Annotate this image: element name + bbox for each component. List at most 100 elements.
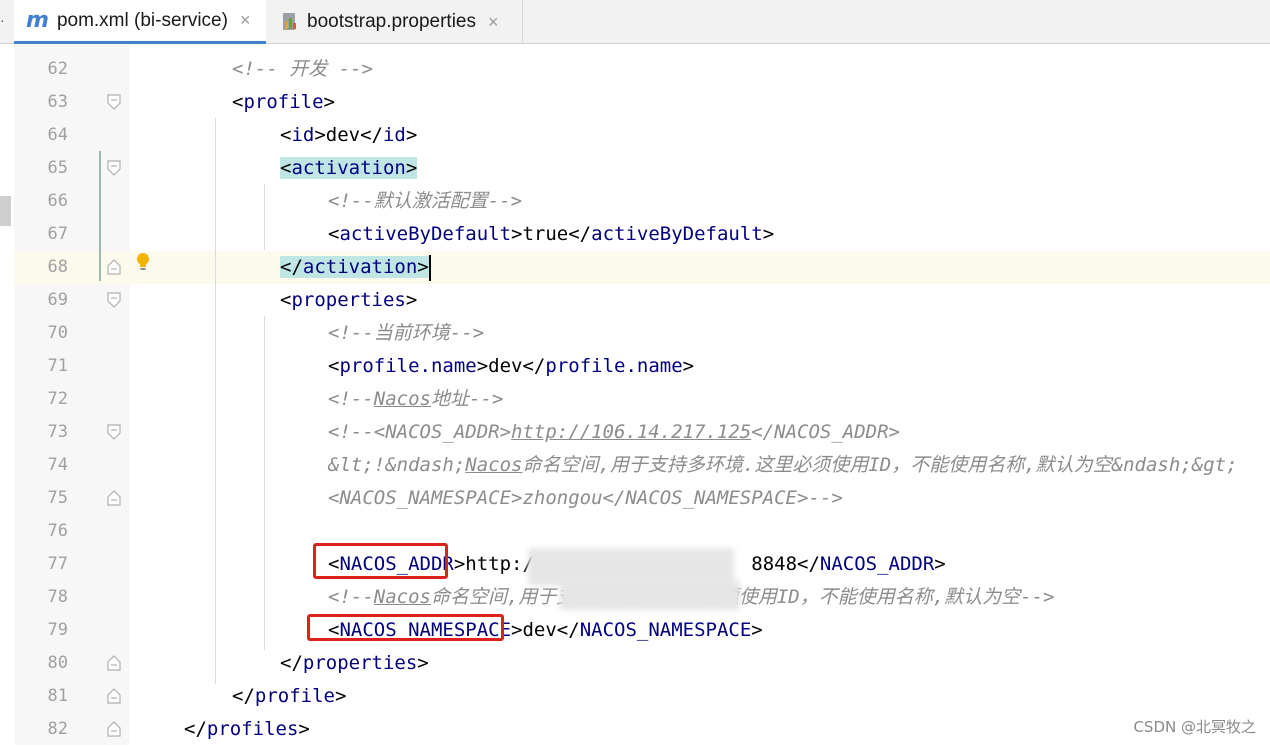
code-text: <!--当前环境--> [328,317,484,350]
xml-tag-name: properties [302,652,418,674]
xml-comment: 命名空间,用于支持多环境.这里必须使用ID，不能使用名称,默认为空&ndash;… [522,454,1238,476]
code-line[interactable]: 68 </activation> [14,251,1270,284]
tab-pom-xml[interactable]: m pom.xml (bi-service) × [14,0,266,44]
code-line[interactable]: 71 <profile.name>dev</profile.name> [14,350,1270,383]
code-text: </activation> [280,251,431,284]
code-line[interactable]: 65 <activation> [14,152,1270,185]
fold-end-icon[interactable] [107,259,121,275]
line-number: 82 [47,719,68,739]
highlight-box-nacos-addr [313,543,448,579]
line-number: 77 [47,554,68,574]
code-line[interactable]: 62 <!-- 开发 --> [14,53,1270,86]
fold-end-icon[interactable] [107,655,121,671]
line-number: 69 [47,290,68,310]
xml-tag-name: properties [291,289,406,311]
xml-text: > [751,619,763,641]
xml-tag-name: activation [302,256,418,278]
code-line[interactable]: 69 <properties> [14,284,1270,317]
code-line[interactable]: 74 &lt;!&ndash;Nacos命名空间,用于支持多环境.这里必须使用ID… [14,449,1270,482]
code-line[interactable]: 79 <NACOS_NAMESPACE>dev</NACOS_NAMESPACE> [14,614,1270,647]
code-line[interactable]: 72 <!--Nacos地址--> [14,383,1270,416]
tab-scroll-indicator: · [0,12,5,28]
line-number: 79 [47,620,68,640]
line-number: 67 [47,224,68,244]
xml-tag-name: activation [291,157,406,179]
xml-text: > [934,553,946,575]
line-number: 78 [47,587,68,607]
indent-guide [264,184,265,250]
xml-text: > [682,355,695,377]
line-number: 72 [47,389,68,409]
code-text: <!--默认激活配置--> [328,185,522,218]
line-number: 70 [47,323,68,343]
tab-bootstrap-properties[interactable]: bootstrap.properties × [267,0,523,44]
xml-text: < [328,355,340,377]
xml-comment: <!-- [328,388,374,410]
xml-text: > [405,157,418,179]
code-text: <profile> [232,86,335,119]
code-line[interactable]: 66 <!--默认激活配置--> [14,185,1270,218]
code-line[interactable]: 81 </profile> [14,680,1270,713]
code-line[interactable]: 80 </properties> [14,647,1270,680]
line-number: 81 [47,686,68,706]
xml-text: > [417,652,429,674]
xml-tag-name: NACOS_ADDR [819,553,935,575]
line-number: 74 [47,455,68,475]
xml-comment: http://106.14.217.125 [511,421,752,443]
code-text: <activation> [280,152,418,185]
code-line[interactable]: 70 <!--当前环境--> [14,317,1270,350]
fold-start-icon[interactable] [107,292,121,308]
xml-tag-name: profile [243,91,324,113]
xml-tag-name: profile.name [339,355,477,377]
indent-guide [264,316,265,650]
code-line[interactable]: 63 <profile> [14,86,1270,119]
code-line[interactable]: 73 <!--<NACOS_ADDR>http://106.14.217.125<… [14,416,1270,449]
fold-end-icon[interactable] [107,721,121,737]
xml-tag-name: activeByDefault [591,223,763,245]
code-text: <!--Nacos地址--> [328,383,503,416]
code-text: <NACOS_NAMESPACE>zhongou</NACOS_NAMESPAC… [328,482,843,515]
xml-text: > [298,718,310,740]
fold-end-icon[interactable] [107,688,121,704]
xml-text: </ [280,652,303,674]
lightbulb-icon[interactable] [136,252,150,272]
xml-tag-name: profile [254,685,335,707]
watermark: CSDN @北冥牧之 [1133,718,1256,736]
xml-text: < [280,124,292,146]
line-number: 63 [47,92,68,112]
editor-left-edge [0,45,14,745]
code-text: <!--<NACOS_ADDR>http://106.14.217.125</N… [328,416,900,449]
indent-guide [215,118,216,684]
code-text: </profiles> [184,713,310,746]
xml-text: >dev</ [511,619,580,641]
code-line[interactable]: 82 </profiles> [14,713,1270,746]
code-text: <profile.name>dev</profile.name> [328,350,694,383]
xml-text: </ [232,685,255,707]
code-line[interactable]: 64 <id>dev</id> [14,119,1270,152]
fold-start-icon[interactable] [107,94,121,110]
xml-text: < [232,91,244,113]
close-icon[interactable]: × [488,12,499,33]
xml-text: > [405,124,418,146]
xml-tag-name: profile.name [545,355,683,377]
fold-start-icon[interactable] [107,424,121,440]
code-text: <id>dev</id> [280,119,417,152]
xml-text: 8848</ [751,553,820,575]
xml-comment: <!--当前环境--> [328,322,485,344]
xml-comment: <!--默认激活配置--> [328,190,523,212]
xml-tag-name: id [382,124,406,146]
xml-text: > [417,256,429,278]
close-icon[interactable]: × [240,10,251,31]
xml-comment: <!-- 开发 --> [232,58,373,80]
code-line[interactable]: 76 [14,515,1270,548]
xml-comment: &lt;!&ndash; [328,454,466,476]
highlight-box-nacos-namespace [307,614,504,641]
tab-label: bootstrap.properties [307,11,476,32]
line-number: 80 [47,653,68,673]
xml-comment: </NACOS_ADDR> [751,421,900,443]
fold-end-icon[interactable] [107,490,121,506]
left-scroll-marker [0,196,11,226]
fold-start-icon[interactable] [107,160,121,176]
code-line[interactable]: 67 <activeByDefault>true</activeByDefault… [14,218,1270,251]
code-line[interactable]: 75 <NACOS_NAMESPACE>zhongou</NACOS_NAMESP… [14,482,1270,515]
